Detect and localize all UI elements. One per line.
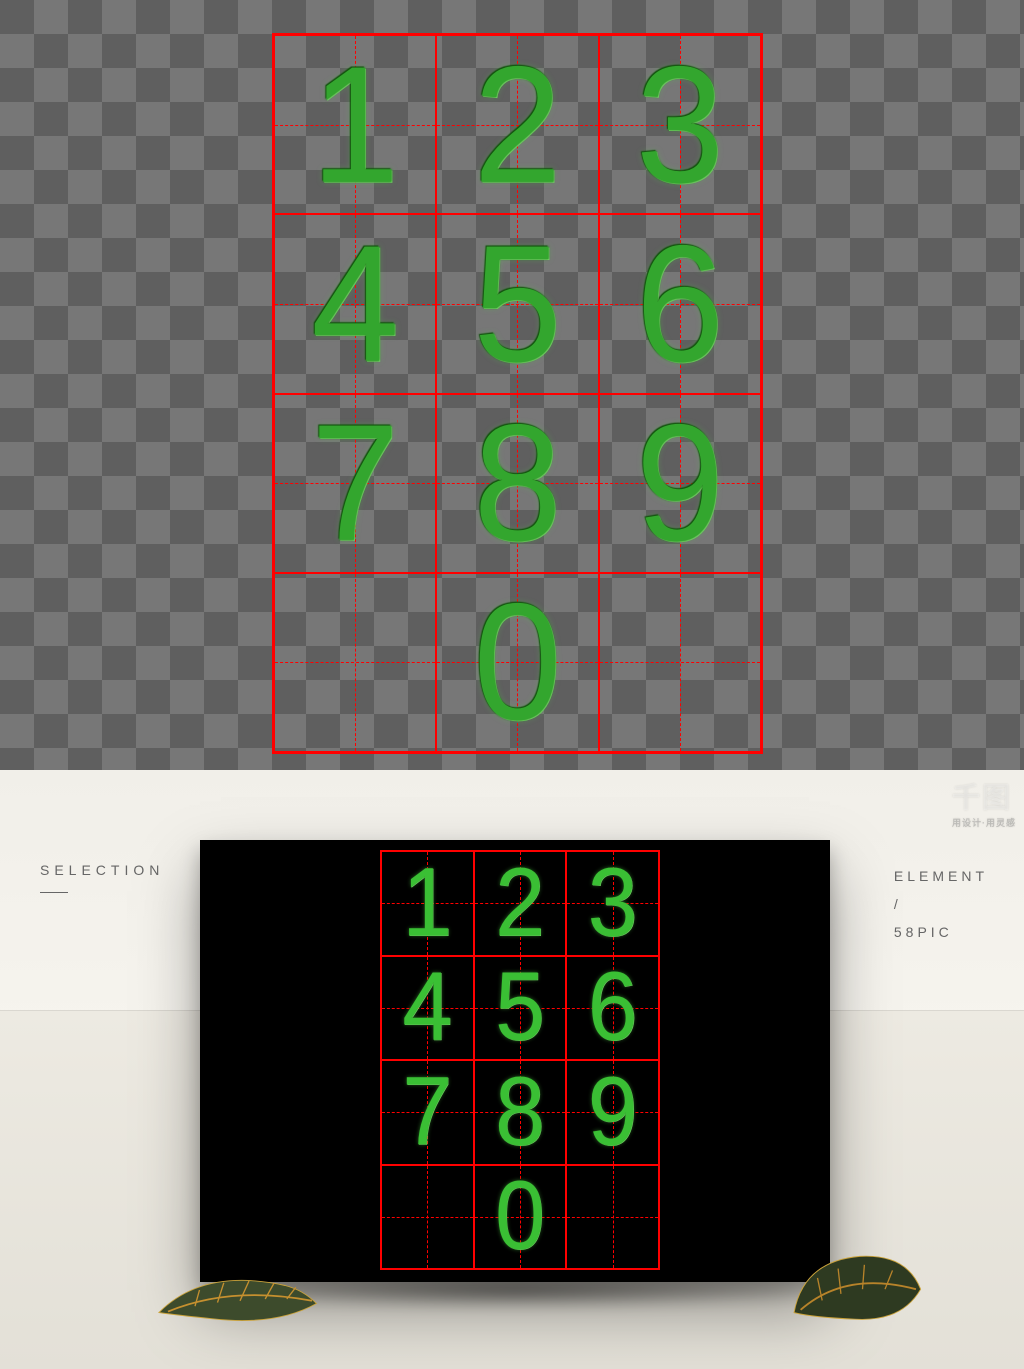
grid-cell: 0 <box>436 573 598 752</box>
watermark-logo: 千图 用设计·用灵感 <box>952 776 1016 829</box>
grid-cell: 6 <box>566 956 659 1061</box>
grid-cell: 9 <box>599 394 761 573</box>
grid-cell <box>381 1165 474 1270</box>
grid-cell: 0 <box>474 1165 567 1270</box>
label-element-line3: 58PIC <box>894 918 988 946</box>
digit-6: 6 <box>636 221 724 387</box>
label-selection-dash <box>40 892 68 893</box>
grid-cell: 3 <box>566 851 659 956</box>
watermark-text: 千图 <box>952 782 1012 813</box>
digit-2: 2 <box>495 848 545 959</box>
label-element-line2: / <box>894 890 988 918</box>
decorative-leaf-right <box>780 1242 930 1327</box>
grid-cell: 5 <box>474 956 567 1061</box>
digit-0: 0 <box>495 1161 545 1272</box>
digit-1: 1 <box>311 42 399 208</box>
grid-cell: 8 <box>474 1060 567 1165</box>
grid-cell <box>599 573 761 752</box>
digit-9: 9 <box>588 1057 638 1168</box>
grid-subgrid <box>275 574 435 751</box>
mockup-card: 123 456 7890 <box>200 840 830 1282</box>
grid-cell: 8 <box>436 394 598 573</box>
grid-cell: 7 <box>381 1060 474 1165</box>
digit-3: 3 <box>588 848 638 959</box>
grid-cell: 2 <box>436 35 598 214</box>
grid-cell: 7 <box>274 394 436 573</box>
grid-cell: 5 <box>436 214 598 393</box>
grid-cell: 1 <box>274 35 436 214</box>
grid-cell: 3 <box>599 35 761 214</box>
transparency-preview: 123 456 7890 <box>0 0 1024 770</box>
grid-subgrid <box>567 1166 658 1269</box>
grid-cell: 6 <box>599 214 761 393</box>
grid-cell: 9 <box>566 1060 659 1165</box>
mockup-scene: 千图 用设计·用灵感 SELECTION ELEMENT / 58PIC 123… <box>0 770 1024 1369</box>
digit-7: 7 <box>402 1057 452 1168</box>
digit-5: 5 <box>495 952 545 1063</box>
digit-3: 3 <box>636 42 724 208</box>
grid-cell: 4 <box>381 956 474 1061</box>
digits-grid-small: 123 456 7890 <box>380 850 660 1270</box>
label-selection: SELECTION <box>40 862 164 893</box>
grid-cell <box>274 573 436 752</box>
grid-subgrid <box>600 574 760 751</box>
grid-cell <box>566 1165 659 1270</box>
grid-cell: 1 <box>381 851 474 956</box>
label-element-line1: ELEMENT <box>894 862 988 890</box>
digit-5: 5 <box>474 221 562 387</box>
digit-2: 2 <box>474 42 562 208</box>
digits-grid-large: 123 456 7890 <box>272 33 763 754</box>
digit-9: 9 <box>636 400 724 566</box>
digit-8: 8 <box>495 1057 545 1168</box>
digit-0: 0 <box>474 579 562 745</box>
grid-cell: 2 <box>474 851 567 956</box>
digit-4: 4 <box>402 952 452 1063</box>
decorative-leaf-left <box>150 1262 330 1327</box>
grid-subgrid <box>382 1166 473 1269</box>
digit-7: 7 <box>311 400 399 566</box>
watermark-tagline: 用设计·用灵感 <box>952 816 1016 829</box>
digit-8: 8 <box>474 400 562 566</box>
digit-4: 4 <box>311 221 399 387</box>
label-selection-text: SELECTION <box>40 862 164 878</box>
digit-1: 1 <box>402 848 452 959</box>
digit-6: 6 <box>588 952 638 1063</box>
label-element: ELEMENT / 58PIC <box>894 862 988 946</box>
grid-cell: 4 <box>274 214 436 393</box>
